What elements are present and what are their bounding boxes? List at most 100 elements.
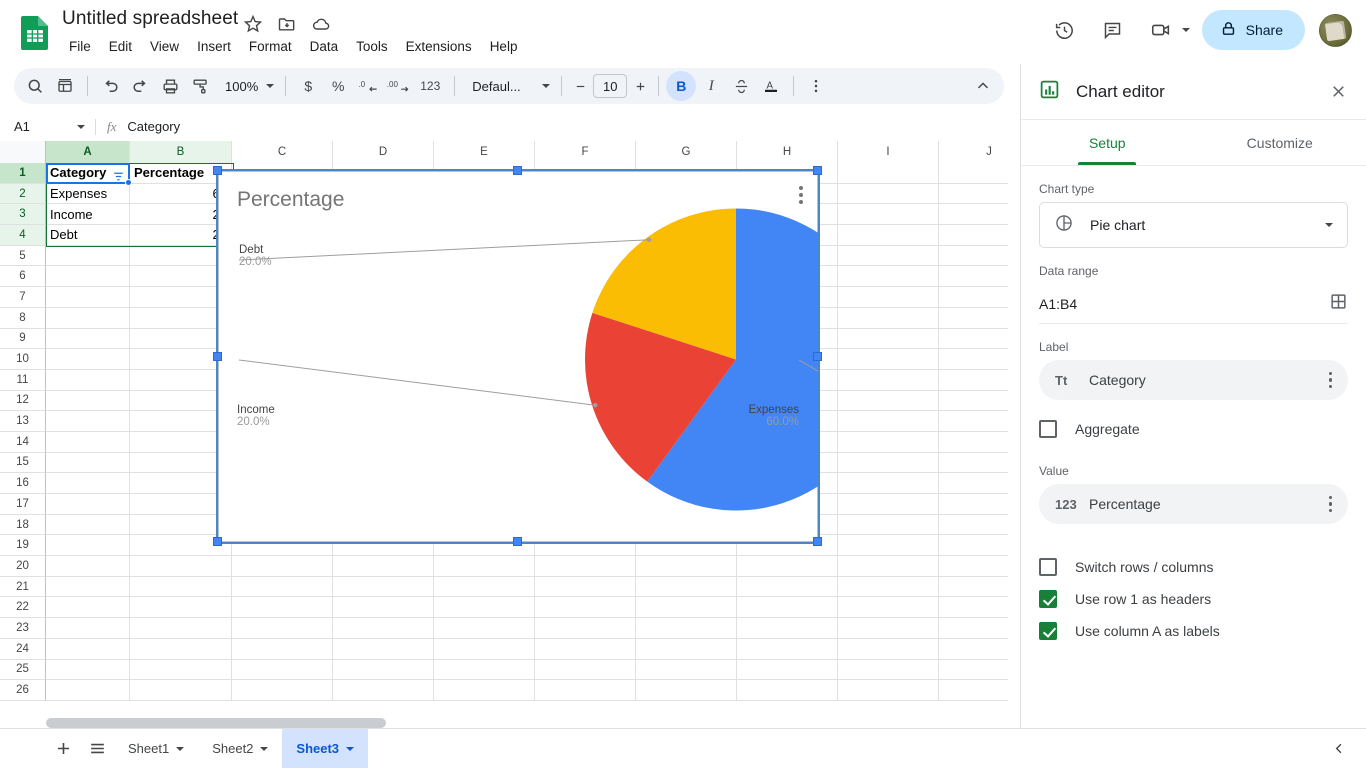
row-header-17[interactable]: 17 [0, 494, 46, 515]
cell-B24[interactable] [130, 639, 232, 660]
cell-C21[interactable] [232, 577, 333, 598]
cell-A13[interactable] [46, 411, 130, 432]
use-column-a-labels-checkbox[interactable] [1039, 622, 1057, 640]
increase-decimal-button[interactable]: .00 [383, 71, 413, 101]
aggregate-checkbox-row[interactable]: Aggregate [1021, 414, 1366, 444]
cell-I12[interactable] [838, 391, 939, 412]
cell-F21[interactable] [535, 577, 636, 598]
cell-J9[interactable] [939, 329, 1008, 350]
select-all-corner[interactable] [0, 141, 46, 163]
cell-H25[interactable] [737, 660, 838, 681]
cell-J5[interactable] [939, 246, 1008, 267]
cell-F22[interactable] [535, 597, 636, 618]
cell-E24[interactable] [434, 639, 535, 660]
row-header-11[interactable]: 11 [0, 370, 46, 391]
cell-I19[interactable] [838, 535, 939, 556]
horizontal-scrollbar[interactable] [46, 718, 976, 728]
cell-I8[interactable] [838, 308, 939, 329]
cell-I13[interactable] [838, 411, 939, 432]
cell-I1[interactable] [838, 163, 939, 184]
row-header-24[interactable]: 24 [0, 639, 46, 660]
cell-I15[interactable] [838, 453, 939, 474]
collapse-toolbar-icon[interactable] [968, 71, 998, 101]
resize-handle-middle-left[interactable] [213, 352, 222, 361]
cell-I23[interactable] [838, 618, 939, 639]
cell-A8[interactable] [46, 308, 130, 329]
cell-F23[interactable] [535, 618, 636, 639]
cell-J22[interactable] [939, 597, 1008, 618]
cell-D26[interactable] [333, 680, 434, 701]
cell-I17[interactable] [838, 494, 939, 515]
cell-A11[interactable] [46, 370, 130, 391]
video-call-button[interactable] [1141, 10, 1194, 50]
cell-B6[interactable] [130, 266, 232, 287]
cell-A12[interactable] [46, 391, 130, 412]
document-title[interactable]: Untitled spreadsheet [62, 8, 238, 30]
cell-F24[interactable] [535, 639, 636, 660]
cell-J13[interactable] [939, 411, 1008, 432]
cell-B9[interactable] [130, 329, 232, 350]
cell-I7[interactable] [838, 287, 939, 308]
row-header-1[interactable]: 1 [0, 163, 46, 184]
cell-I9[interactable] [838, 329, 939, 350]
formula-input[interactable]: Category [127, 119, 180, 134]
resize-handle-top-right[interactable] [813, 166, 822, 175]
row-header-12[interactable]: 12 [0, 391, 46, 412]
cell-B4[interactable]: 20 [130, 225, 232, 246]
cell-J15[interactable] [939, 453, 1008, 474]
cell-J8[interactable] [939, 308, 1008, 329]
tab-customize[interactable]: Customize [1194, 120, 1366, 165]
cell-A4[interactable]: Debt [46, 225, 130, 246]
row-header-7[interactable]: 7 [0, 287, 46, 308]
cell-J19[interactable] [939, 535, 1008, 556]
row-header-2[interactable]: 2 [0, 184, 46, 205]
switch-rows-columns-checkbox[interactable] [1039, 558, 1057, 576]
cell-I11[interactable] [838, 370, 939, 391]
cell-D23[interactable] [333, 618, 434, 639]
cell-I5[interactable] [838, 246, 939, 267]
cell-B26[interactable] [130, 680, 232, 701]
font-size-input[interactable]: 10 [593, 74, 627, 98]
cell-J17[interactable] [939, 494, 1008, 515]
cell-I14[interactable] [838, 432, 939, 453]
star-icon[interactable] [243, 14, 263, 34]
cell-I25[interactable] [838, 660, 939, 681]
cell-A23[interactable] [46, 618, 130, 639]
row-header-22[interactable]: 22 [0, 597, 46, 618]
cell-J11[interactable] [939, 370, 1008, 391]
cell-I21[interactable] [838, 577, 939, 598]
cell-B25[interactable] [130, 660, 232, 681]
column-header-e[interactable]: E [434, 141, 535, 163]
column-header-c[interactable]: C [232, 141, 333, 163]
cell-H20[interactable] [737, 556, 838, 577]
redo-icon[interactable] [125, 71, 155, 101]
cell-I22[interactable] [838, 597, 939, 618]
resize-handle-bottom-center[interactable] [513, 537, 522, 546]
bold-button[interactable]: B [666, 71, 696, 101]
more-options-icon[interactable] [801, 71, 831, 101]
cell-G24[interactable] [636, 639, 737, 660]
switch-rows-columns-row[interactable]: Switch rows / columns [1021, 552, 1366, 582]
row-header-20[interactable]: 20 [0, 556, 46, 577]
column-header-a[interactable]: A [46, 141, 130, 163]
cell-H21[interactable] [737, 577, 838, 598]
data-range-field[interactable]: A1:B4 [1039, 284, 1348, 324]
cell-J12[interactable] [939, 391, 1008, 412]
cell-G21[interactable] [636, 577, 737, 598]
sheet-tab-sheet1[interactable]: Sheet1 [114, 729, 198, 768]
cell-A22[interactable] [46, 597, 130, 618]
undo-icon[interactable] [95, 71, 125, 101]
cell-E20[interactable] [434, 556, 535, 577]
cell-J16[interactable] [939, 473, 1008, 494]
cell-B7[interactable] [130, 287, 232, 308]
cell-J23[interactable] [939, 618, 1008, 639]
cell-I26[interactable] [838, 680, 939, 701]
cell-E23[interactable] [434, 618, 535, 639]
chevron-down-icon[interactable] [1182, 28, 1190, 32]
row-header-15[interactable]: 15 [0, 453, 46, 474]
cell-E21[interactable] [434, 577, 535, 598]
cell-B12[interactable] [130, 391, 232, 412]
cell-G22[interactable] [636, 597, 737, 618]
row-header-14[interactable]: 14 [0, 432, 46, 453]
font-family-selector[interactable]: Defaul... [462, 72, 554, 100]
